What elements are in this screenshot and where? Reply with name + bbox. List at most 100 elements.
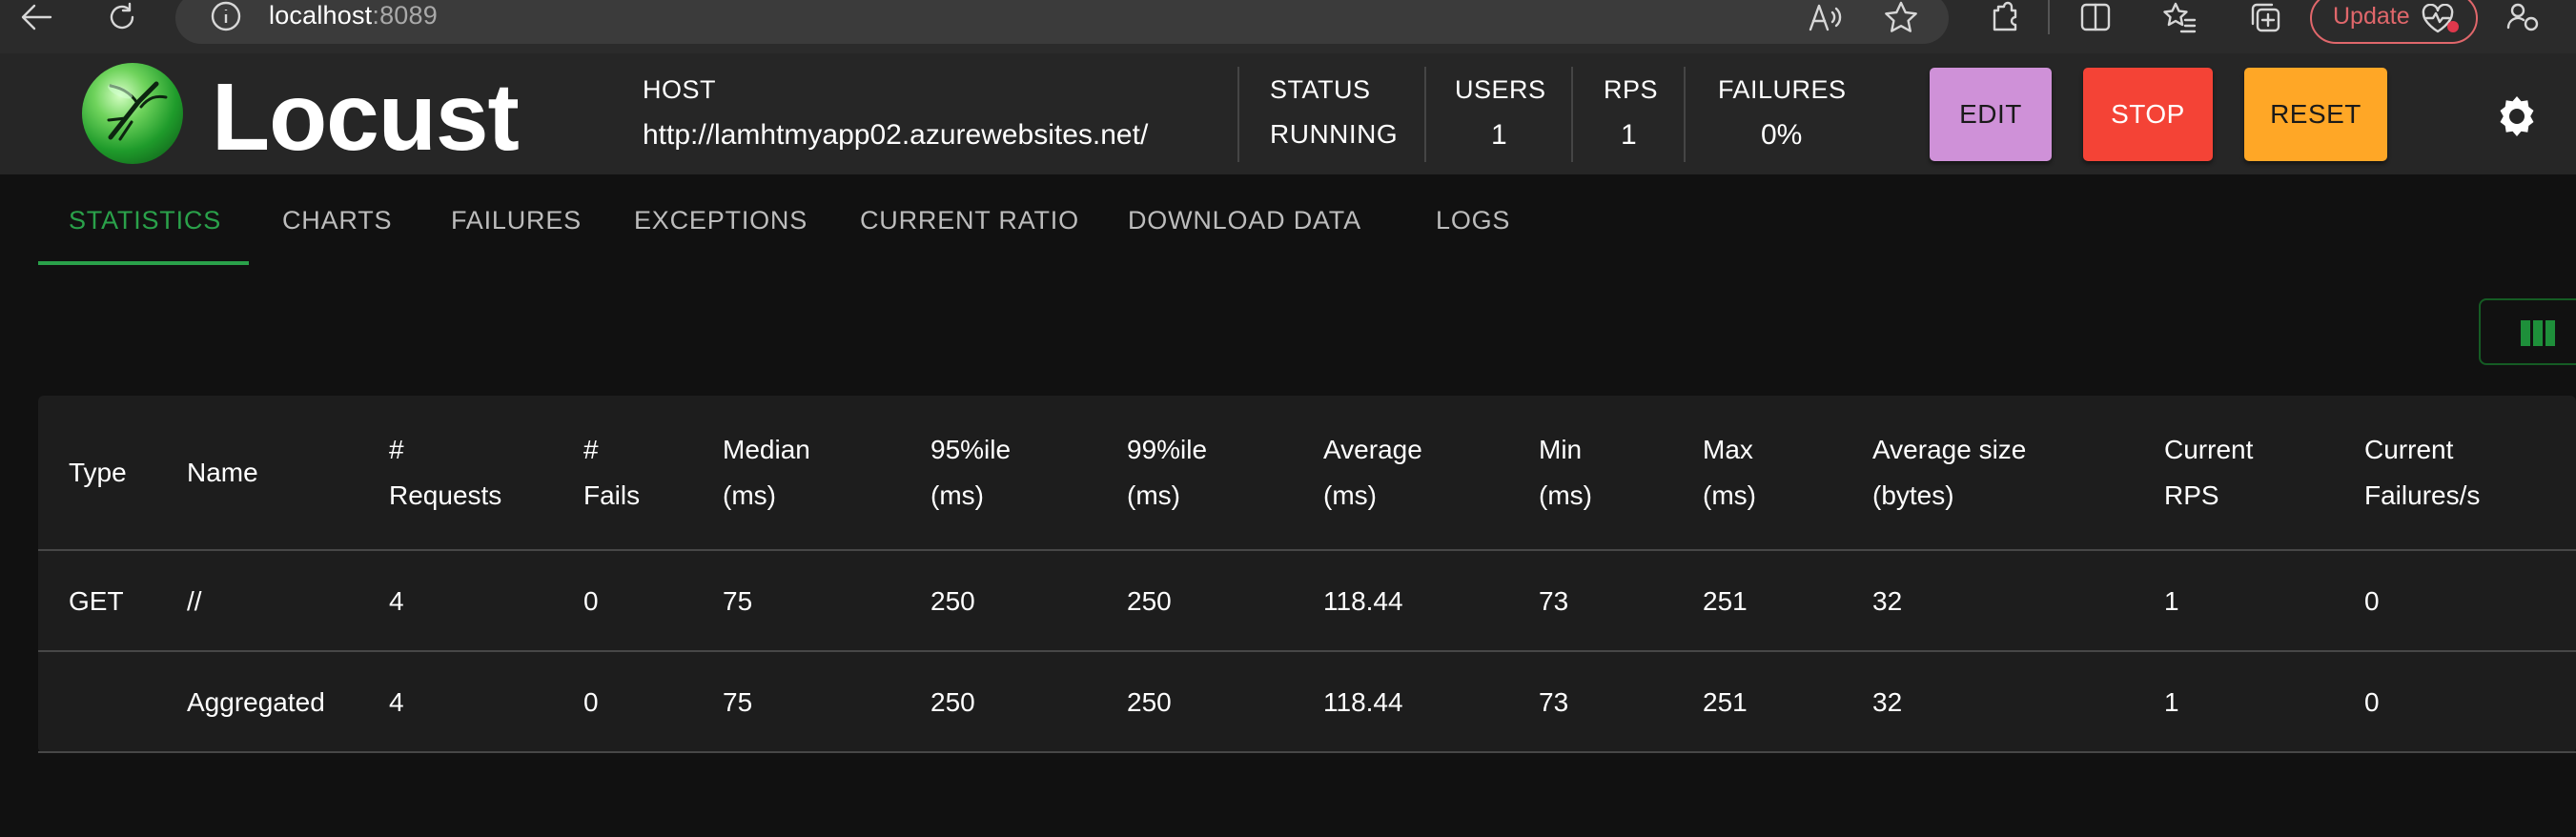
theme-toggle-icon[interactable] — [2494, 92, 2540, 137]
column-header-95ile[interactable]: 95%ile (ms) — [930, 427, 1011, 519]
update-button[interactable]: Update — [2310, 0, 2478, 44]
cell-average: 118.44 — [1323, 687, 1403, 717]
active-tab-indicator — [38, 261, 249, 265]
stop-button[interactable]: STOP — [2083, 68, 2213, 161]
header-divider — [1684, 67, 1686, 162]
cell-type: GET — [69, 586, 124, 616]
header-line: # — [389, 435, 404, 464]
tab-download-data[interactable]: DOWNLOAD DATA — [1128, 206, 1361, 235]
header-divider — [1424, 67, 1426, 162]
rps-value: 1 — [1621, 119, 1637, 151]
failures-value: 0% — [1761, 119, 1803, 151]
cell-max: 251 — [1703, 586, 1748, 616]
cell-current-rps: 1 — [2164, 687, 2179, 717]
header-line: (ms) — [1539, 480, 1592, 510]
column-header-name[interactable]: Name — [187, 450, 258, 496]
cell-95ile: 250 — [930, 687, 975, 717]
tab-statistics[interactable]: STATISTICS — [69, 206, 221, 235]
column-header-max[interactable]: Max (ms) — [1703, 427, 1756, 519]
cell-max: 251 — [1703, 687, 1748, 717]
alert-dot — [2447, 21, 2459, 32]
cell-fails: 0 — [583, 687, 599, 717]
cell-name: Aggregated — [187, 687, 325, 717]
header-line: (ms) — [723, 480, 776, 510]
info-icon[interactable] — [210, 0, 242, 37]
profile-icon[interactable] — [2504, 0, 2542, 34]
tab-current-ratio[interactable]: CURRENT RATIO — [860, 206, 1079, 235]
favorite-star-icon[interactable] — [1882, 0, 1920, 34]
header-line: # — [583, 435, 599, 464]
collections-icon[interactable] — [2246, 0, 2284, 34]
locust-logo-icon — [82, 63, 183, 164]
column-header-current-rps[interactable]: Current RPS — [2164, 427, 2253, 519]
address-url[interactable]: localhost:8089 — [269, 1, 438, 31]
tab-charts[interactable]: CHARTS — [282, 206, 392, 235]
column-header-min[interactable]: Min (ms) — [1539, 427, 1592, 519]
split-screen-icon[interactable] — [2076, 0, 2115, 34]
cell-average: 118.44 — [1323, 586, 1403, 616]
cell-current-rps: 1 — [2164, 586, 2179, 616]
host-value: http://lamhtmyapp02.azurewebsites.net/ — [643, 119, 1149, 151]
header-line: Min — [1539, 435, 1583, 464]
app-header: Locust HOST http://lamhtmyapp02.azureweb… — [0, 53, 2576, 174]
header-line: (ms) — [1323, 480, 1377, 510]
cell-average-size: 32 — [1872, 586, 1903, 616]
cell-current-failures: 0 — [2364, 586, 2380, 616]
column-header-requests[interactable]: # Requests — [389, 427, 501, 519]
cell-name: // — [187, 586, 202, 616]
header-line: 95%ile — [930, 435, 1012, 464]
cell-99ile: 250 — [1127, 586, 1172, 616]
update-label: Update — [2333, 3, 2410, 30]
header-line: RPS — [2164, 480, 2219, 510]
url-port: :8089 — [372, 1, 438, 30]
brand-name: Locust — [212, 64, 520, 171]
header-line: Current — [2364, 435, 2454, 464]
cell-average-size: 32 — [1872, 687, 1903, 717]
header-line: Average size — [1872, 435, 2027, 464]
column-header-average-size[interactable]: Average size (bytes) — [1872, 427, 2026, 519]
header-line: (ms) — [930, 480, 984, 510]
header-line: Max — [1703, 435, 1753, 464]
favorites-icon[interactable] — [2160, 0, 2198, 34]
cell-95ile: 250 — [930, 586, 975, 616]
row-divider — [38, 751, 2576, 753]
heartbeat-icon — [2419, 2, 2459, 36]
status-value: RUNNING — [1270, 119, 1399, 149]
cell-median: 75 — [723, 586, 753, 616]
column-header-fails[interactable]: # Fails — [583, 427, 640, 519]
extensions-icon[interactable] — [1986, 0, 2024, 34]
column-header-99ile[interactable]: 99%ile (ms) — [1127, 427, 1207, 519]
users-label: USERS — [1455, 75, 1546, 104]
reset-button[interactable]: RESET — [2244, 68, 2387, 161]
read-aloud-icon[interactable] — [1806, 0, 1844, 34]
column-header-current-failures[interactable]: Current Failures/s — [2364, 427, 2480, 519]
column-header-average[interactable]: Average (ms) — [1323, 427, 1422, 519]
header-line: (bytes) — [1872, 480, 1954, 510]
header-line: Failures/s — [2364, 480, 2481, 510]
tab-failures[interactable]: FAILURES — [451, 206, 582, 235]
row-divider — [38, 650, 2576, 652]
column-header-median[interactable]: Median (ms) — [723, 427, 810, 519]
tab-exceptions[interactable]: EXCEPTIONS — [634, 206, 808, 235]
back-arrow-icon[interactable] — [17, 0, 55, 34]
header-line: Current — [2164, 435, 2254, 464]
row-divider — [38, 549, 2576, 551]
address-bar[interactable]: localhost:8089 — [175, 0, 1949, 44]
cell-min: 73 — [1539, 586, 1569, 616]
columns-icon — [2521, 320, 2555, 346]
rps-label: RPS — [1604, 75, 1659, 104]
header-line: Average — [1323, 435, 1422, 464]
reload-icon[interactable] — [103, 0, 141, 34]
edit-button[interactable]: EDIT — [1930, 68, 2052, 161]
column-header-type[interactable]: Type — [69, 450, 127, 496]
host-label: HOST — [643, 75, 717, 104]
columns-toggle-button[interactable] — [2479, 298, 2576, 365]
cell-99ile: 250 — [1127, 687, 1172, 717]
tab-logs[interactable]: LOGS — [1436, 206, 1510, 235]
cell-requests: 4 — [389, 586, 404, 616]
header-line: Requests — [389, 480, 502, 510]
failures-label: FAILURES — [1718, 75, 1847, 104]
header-line: (ms) — [1703, 480, 1756, 510]
url-host: localhost — [269, 1, 373, 30]
status-label: STATUS — [1270, 75, 1371, 104]
